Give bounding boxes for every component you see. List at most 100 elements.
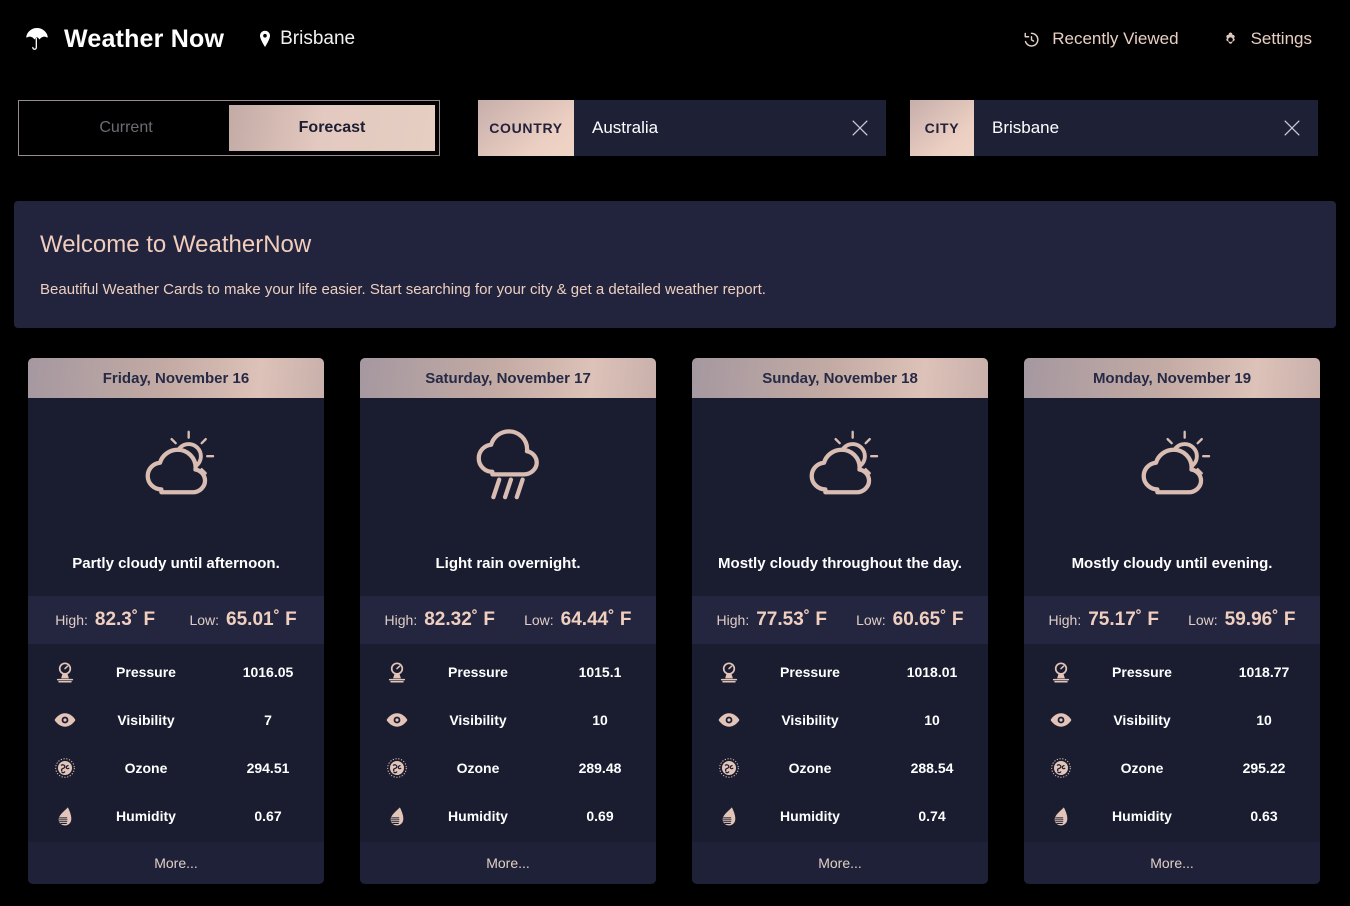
weather-icon-container bbox=[28, 398, 324, 530]
welcome-title: Welcome to WeatherNow bbox=[40, 231, 312, 258]
ozone-globe-icon bbox=[44, 756, 86, 780]
card-metrics: Pressure 1018.01 Visibility 10 Ozone 288… bbox=[692, 644, 988, 842]
card-metrics: Pressure 1018.77 Visibility 10 Ozone 295… bbox=[1024, 644, 1320, 842]
ozone-globe-icon bbox=[708, 756, 750, 780]
low-label: Low: bbox=[856, 612, 886, 628]
low-number: 59.96 bbox=[1224, 609, 1273, 630]
current-location[interactable]: Brisbane bbox=[258, 28, 355, 50]
metric-value: 1018.01 bbox=[906, 664, 958, 680]
pressure-gauge-icon bbox=[44, 660, 86, 684]
high-label: High: bbox=[716, 612, 750, 628]
metric-row: Pressure 1018.01 bbox=[692, 648, 988, 696]
metric-name: Ozone bbox=[1120, 760, 1164, 776]
low-unit: ˚ F bbox=[940, 609, 964, 630]
metric-value: 289.48 bbox=[578, 760, 622, 776]
humidity-drop-icon bbox=[708, 804, 750, 828]
low-temperature: Low: 60.65˚ F bbox=[856, 609, 963, 631]
metric-name: Humidity bbox=[1112, 808, 1172, 824]
metric-value: 1016.05 bbox=[242, 664, 294, 680]
low-value: 65.01˚ F bbox=[226, 609, 297, 631]
eye-icon bbox=[1040, 708, 1082, 732]
eye-icon bbox=[44, 708, 86, 732]
high-unit: ˚ F bbox=[131, 609, 156, 630]
high-label: High: bbox=[1048, 612, 1082, 628]
low-temperature: Low: 59.96˚ F bbox=[1188, 609, 1295, 631]
country-clear-button[interactable] bbox=[834, 100, 886, 156]
city-input[interactable] bbox=[974, 100, 1266, 156]
city-clear-button[interactable] bbox=[1266, 100, 1318, 156]
humidity-drop-icon bbox=[1040, 804, 1082, 828]
metric-row: Visibility 7 bbox=[28, 696, 324, 744]
high-temperature: High: 82.3˚ F bbox=[55, 609, 155, 631]
metric-row: Pressure 1015.1 bbox=[360, 648, 656, 696]
metric-value: 0.63 bbox=[1250, 808, 1278, 824]
high-label: High: bbox=[384, 612, 418, 628]
tab-current[interactable]: Current bbox=[23, 105, 229, 151]
high-unit: ˚ F bbox=[471, 609, 495, 630]
more-button[interactable]: More... bbox=[28, 842, 324, 884]
weather-icon-container bbox=[360, 398, 656, 530]
tab-forecast[interactable]: Forecast bbox=[229, 105, 435, 151]
view-mode-toggle[interactable]: Current Forecast bbox=[18, 100, 440, 156]
metric-name: Humidity bbox=[448, 808, 508, 824]
recently-viewed-label: Recently Viewed bbox=[1052, 29, 1179, 48]
metric-value: 0.69 bbox=[586, 808, 614, 824]
map-pin-icon bbox=[260, 30, 271, 47]
high-unit: ˚ F bbox=[803, 609, 827, 630]
forecast-card: Sunday, November 18 Mostly cloudy throug… bbox=[692, 358, 988, 884]
high-value: 82.32˚ F bbox=[424, 609, 495, 631]
low-temperature: Low: 64.44˚ F bbox=[524, 609, 631, 631]
metric-row: Humidity 0.63 bbox=[1024, 792, 1320, 840]
metric-row: Ozone 294.51 bbox=[28, 744, 324, 792]
welcome-subtitle: Beautiful Weather Cards to make your lif… bbox=[40, 281, 766, 298]
pressure-gauge-icon bbox=[376, 660, 418, 684]
card-summary: Partly cloudy until afternoon. bbox=[72, 554, 280, 572]
humidity-drop-icon bbox=[44, 804, 86, 828]
more-button[interactable]: More... bbox=[692, 842, 988, 884]
more-button[interactable]: More... bbox=[1024, 842, 1320, 884]
metric-name: Humidity bbox=[780, 808, 840, 824]
metric-name: Pressure bbox=[448, 664, 508, 680]
card-temperature-row: High: 75.17˚ F Low: 59.96˚ F bbox=[1024, 596, 1320, 644]
metric-row: Ozone 295.22 bbox=[1024, 744, 1320, 792]
more-button[interactable]: More... bbox=[360, 842, 656, 884]
eye-icon bbox=[376, 708, 418, 732]
metric-name: Visibility bbox=[781, 712, 839, 728]
low-value: 64.44˚ F bbox=[561, 609, 632, 631]
recently-viewed-button[interactable]: Recently Viewed bbox=[1022, 29, 1179, 49]
brand-logo[interactable]: Weather Now bbox=[22, 24, 224, 54]
metric-value: 1018.77 bbox=[1238, 664, 1290, 680]
weather-icon-container bbox=[1024, 398, 1320, 530]
country-input[interactable] bbox=[574, 100, 834, 156]
settings-button[interactable]: Settings bbox=[1221, 29, 1312, 49]
card-temperature-row: High: 77.53˚ F Low: 60.65˚ F bbox=[692, 596, 988, 644]
umbrella-icon bbox=[26, 28, 48, 50]
metric-value: 10 bbox=[924, 712, 940, 728]
country-field-label: COUNTRY bbox=[478, 100, 574, 156]
forecast-card: Friday, November 16 Partly cloudy until … bbox=[28, 358, 324, 884]
eye-icon bbox=[708, 708, 750, 732]
card-summary: Mostly cloudy throughout the day. bbox=[718, 554, 962, 572]
metric-row: Ozone 288.54 bbox=[692, 744, 988, 792]
low-value: 60.65˚ F bbox=[893, 609, 964, 631]
close-icon bbox=[1284, 120, 1300, 136]
metric-value: 7 bbox=[264, 712, 272, 728]
partly-cloudy-day-icon bbox=[145, 430, 215, 495]
metric-name: Pressure bbox=[1112, 664, 1172, 680]
card-summary: Mostly cloudy until evening. bbox=[1071, 554, 1273, 572]
card-metrics: Pressure 1015.1 Visibility 10 Ozone 289.… bbox=[360, 644, 656, 842]
low-temperature: Low: 65.01˚ F bbox=[189, 609, 296, 631]
metric-name: Visibility bbox=[117, 712, 175, 728]
metric-row: Humidity 0.74 bbox=[692, 792, 988, 840]
metric-name: Visibility bbox=[449, 712, 507, 728]
gear-icon bbox=[1225, 31, 1235, 44]
high-number: 77.53 bbox=[756, 609, 804, 630]
welcome-banner: Welcome to WeatherNow Beautiful Weather … bbox=[14, 201, 1336, 328]
low-number: 64.44 bbox=[560, 609, 609, 630]
low-unit: ˚ F bbox=[273, 609, 297, 630]
city-field-label: CITY bbox=[910, 100, 974, 156]
metric-row: Visibility 10 bbox=[692, 696, 988, 744]
ozone-globe-icon bbox=[1040, 756, 1082, 780]
high-unit: ˚ F bbox=[1135, 609, 1159, 630]
high-temperature: High: 75.17˚ F bbox=[1049, 609, 1159, 631]
